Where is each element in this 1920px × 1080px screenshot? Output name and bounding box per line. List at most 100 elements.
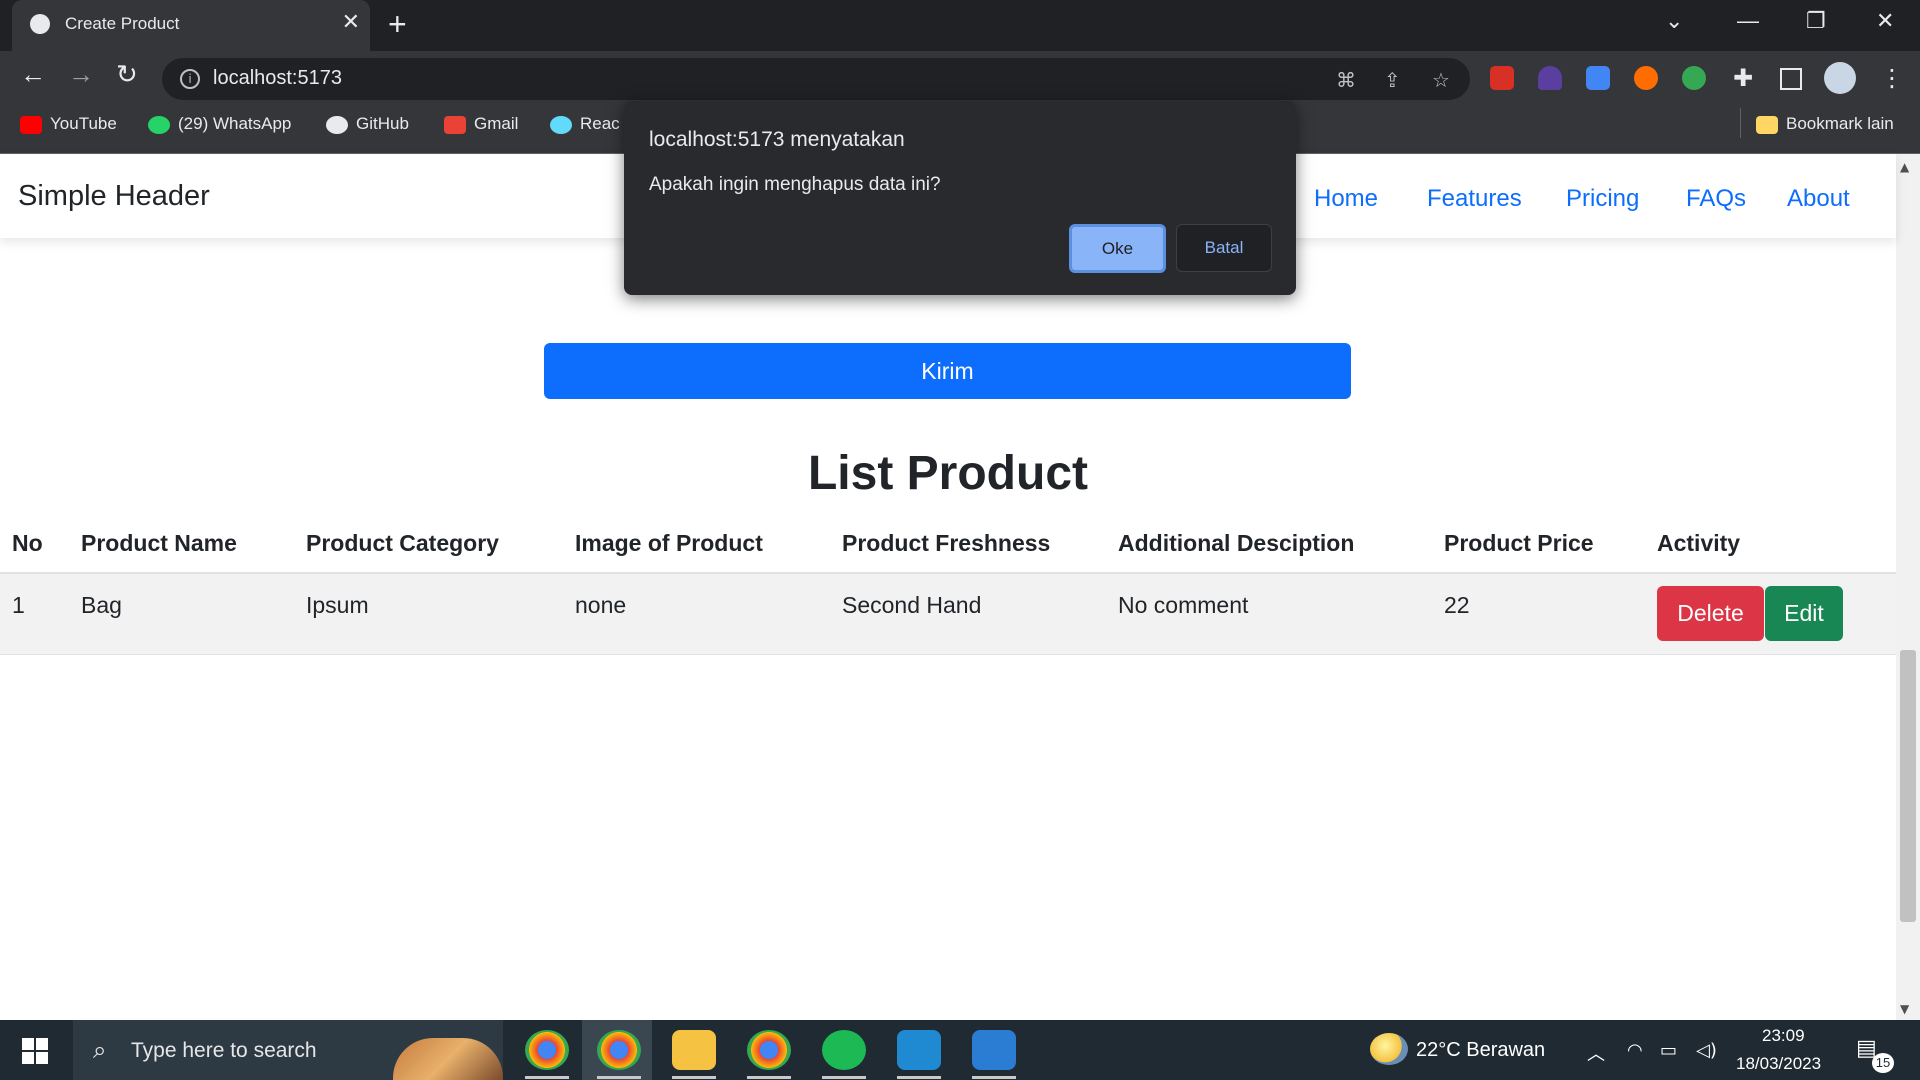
ok-button[interactable]: Oke	[1069, 224, 1166, 273]
chrome-icon[interactable]	[597, 1030, 641, 1070]
cell-category: Ipsum	[306, 592, 369, 618]
chrome-icon[interactable]	[747, 1030, 791, 1070]
minimize-button[interactable]: —	[1737, 8, 1759, 34]
list-title: List Product	[807, 447, 1088, 500]
column-header: Image of Product	[575, 530, 763, 556]
avatar[interactable]	[1824, 62, 1856, 94]
cell-image: none	[575, 592, 627, 618]
bookmark-gmail[interactable]: Gmail	[444, 114, 518, 134]
column-header: Activity	[1657, 530, 1741, 556]
url-text: localhost:5173	[213, 67, 342, 89]
battery-icon[interactable]: ▭	[1660, 1040, 1677, 1061]
puzzle-icon[interactable]: ✚	[1733, 64, 1753, 92]
chevron-up-icon[interactable]: ︿	[1587, 1040, 1605, 1066]
whatsapp-icon	[148, 115, 170, 134]
youtube-icon	[20, 115, 42, 134]
weather-text[interactable]: 22°C Berawan	[1416, 1039, 1545, 1062]
bookmark-github[interactable]: GitHub	[326, 114, 409, 134]
extension-icon[interactable]	[1634, 66, 1658, 90]
app-indicator	[747, 1076, 791, 1079]
nav-features[interactable]: Features	[1427, 185, 1522, 213]
scroll-up-icon[interactable]: ▲	[1900, 160, 1909, 174]
photos-icon[interactable]	[972, 1030, 1016, 1070]
restore-button[interactable]: ❐	[1806, 8, 1826, 34]
tab-search-icon[interactable]: ⌄	[1665, 8, 1683, 34]
extension-icon[interactable]	[1490, 66, 1514, 90]
weather-icon[interactable]	[1370, 1033, 1408, 1065]
taskbar-search[interactable]: ⌕ Type here to search	[73, 1020, 503, 1080]
menu-icon[interactable]: ⋮	[1880, 64, 1904, 92]
side-panel-icon[interactable]	[1780, 68, 1802, 90]
app-indicator	[822, 1076, 866, 1079]
window-close-button[interactable]: ✕	[1876, 8, 1894, 34]
volume-icon[interactable]: ◁)	[1696, 1040, 1717, 1061]
search-highlight-image	[393, 1038, 503, 1080]
cell-name: Bag	[81, 592, 122, 618]
nav-home[interactable]: Home	[1314, 185, 1378, 213]
column-header: Product Freshness	[842, 530, 1051, 556]
dialog-title: localhost:5173 menyatakan	[649, 128, 905, 151]
gmail-icon	[444, 115, 466, 134]
reload-icon[interactable]: ↻	[116, 59, 138, 90]
app-indicator	[897, 1076, 941, 1079]
cancel-button[interactable]: Batal	[1176, 224, 1272, 272]
back-icon[interactable]: ←	[20, 59, 46, 90]
globe-icon	[30, 14, 50, 34]
react-icon	[550, 115, 572, 134]
bookmark-react[interactable]: Reac	[550, 114, 620, 134]
app-indicator	[672, 1076, 716, 1079]
bookmark-folder-other[interactable]: Bookmark lain	[1756, 114, 1894, 134]
column-header: Additional Desciption	[1118, 530, 1355, 556]
tab-close-icon[interactable]: ✕	[342, 10, 360, 35]
cell-price: 22	[1444, 592, 1470, 618]
confirm-dialog: localhost:5173 menyatakan Apakah ingin m…	[624, 101, 1296, 295]
extension-icon[interactable]	[1538, 66, 1562, 90]
bookmark-youtube[interactable]: YouTube	[20, 114, 117, 134]
browser-tab[interactable]: Create Product ✕	[12, 0, 370, 51]
github-icon	[326, 115, 348, 134]
vscode-icon[interactable]	[897, 1030, 941, 1070]
scroll-down-icon[interactable]: ▼	[1900, 1002, 1909, 1016]
column-header: Product Name	[81, 530, 237, 556]
site-info-icon[interactable]: i	[180, 69, 200, 89]
notification-badge: 15	[1872, 1053, 1894, 1073]
translate-icon[interactable]: ⌘	[1336, 68, 1356, 92]
chrome-icon[interactable]	[525, 1030, 569, 1070]
new-tab-button[interactable]: +	[388, 6, 407, 43]
bookmark-whatsapp[interactable]: (29) WhatsApp	[148, 114, 291, 134]
search-icon: ⌕	[93, 1036, 107, 1064]
submit-button[interactable]: Kirim	[544, 343, 1351, 399]
app-indicator	[525, 1076, 569, 1079]
app-indicator	[972, 1076, 1016, 1079]
spotify-icon[interactable]	[822, 1030, 866, 1070]
column-header: Product Price	[1444, 530, 1594, 556]
nav-about[interactable]: About	[1787, 185, 1850, 213]
divider	[1740, 108, 1741, 138]
folder-icon	[1756, 115, 1778, 134]
windows-start-icon[interactable]	[22, 1038, 48, 1064]
extension-icon[interactable]	[1682, 66, 1706, 90]
cell-no: 1	[12, 592, 25, 618]
delete-button[interactable]: Delete	[1657, 586, 1764, 641]
file-explorer-icon[interactable]	[672, 1030, 716, 1070]
address-bar[interactable]: i localhost:5173	[162, 58, 1470, 100]
wifi-icon[interactable]: ◠	[1627, 1040, 1643, 1061]
cell-description: No comment	[1118, 592, 1249, 618]
share-icon[interactable]: ⇪	[1384, 68, 1401, 92]
clock-time[interactable]: 23:09	[1762, 1026, 1805, 1046]
cell-freshness: Second Hand	[842, 592, 982, 618]
dialog-message: Apakah ingin menghapus data ini?	[649, 174, 941, 195]
nav-faqs[interactable]: FAQs	[1686, 185, 1746, 213]
edit-button[interactable]: Edit	[1765, 586, 1843, 641]
extension-icon[interactable]	[1586, 66, 1610, 90]
nav-pricing[interactable]: Pricing	[1566, 185, 1639, 213]
scrollbar-thumb[interactable]	[1900, 650, 1916, 922]
forward-icon[interactable]: →	[68, 59, 94, 90]
clock-date[interactable]: 18/03/2023	[1736, 1054, 1821, 1074]
brand-title[interactable]: Simple Header	[18, 180, 210, 213]
column-header: No	[12, 530, 43, 556]
search-placeholder: Type here to search	[131, 1039, 317, 1062]
bookmark-star-icon[interactable]: ☆	[1432, 68, 1450, 92]
tab-title: Create Product	[65, 14, 180, 33]
column-header: Product Category	[306, 530, 499, 556]
